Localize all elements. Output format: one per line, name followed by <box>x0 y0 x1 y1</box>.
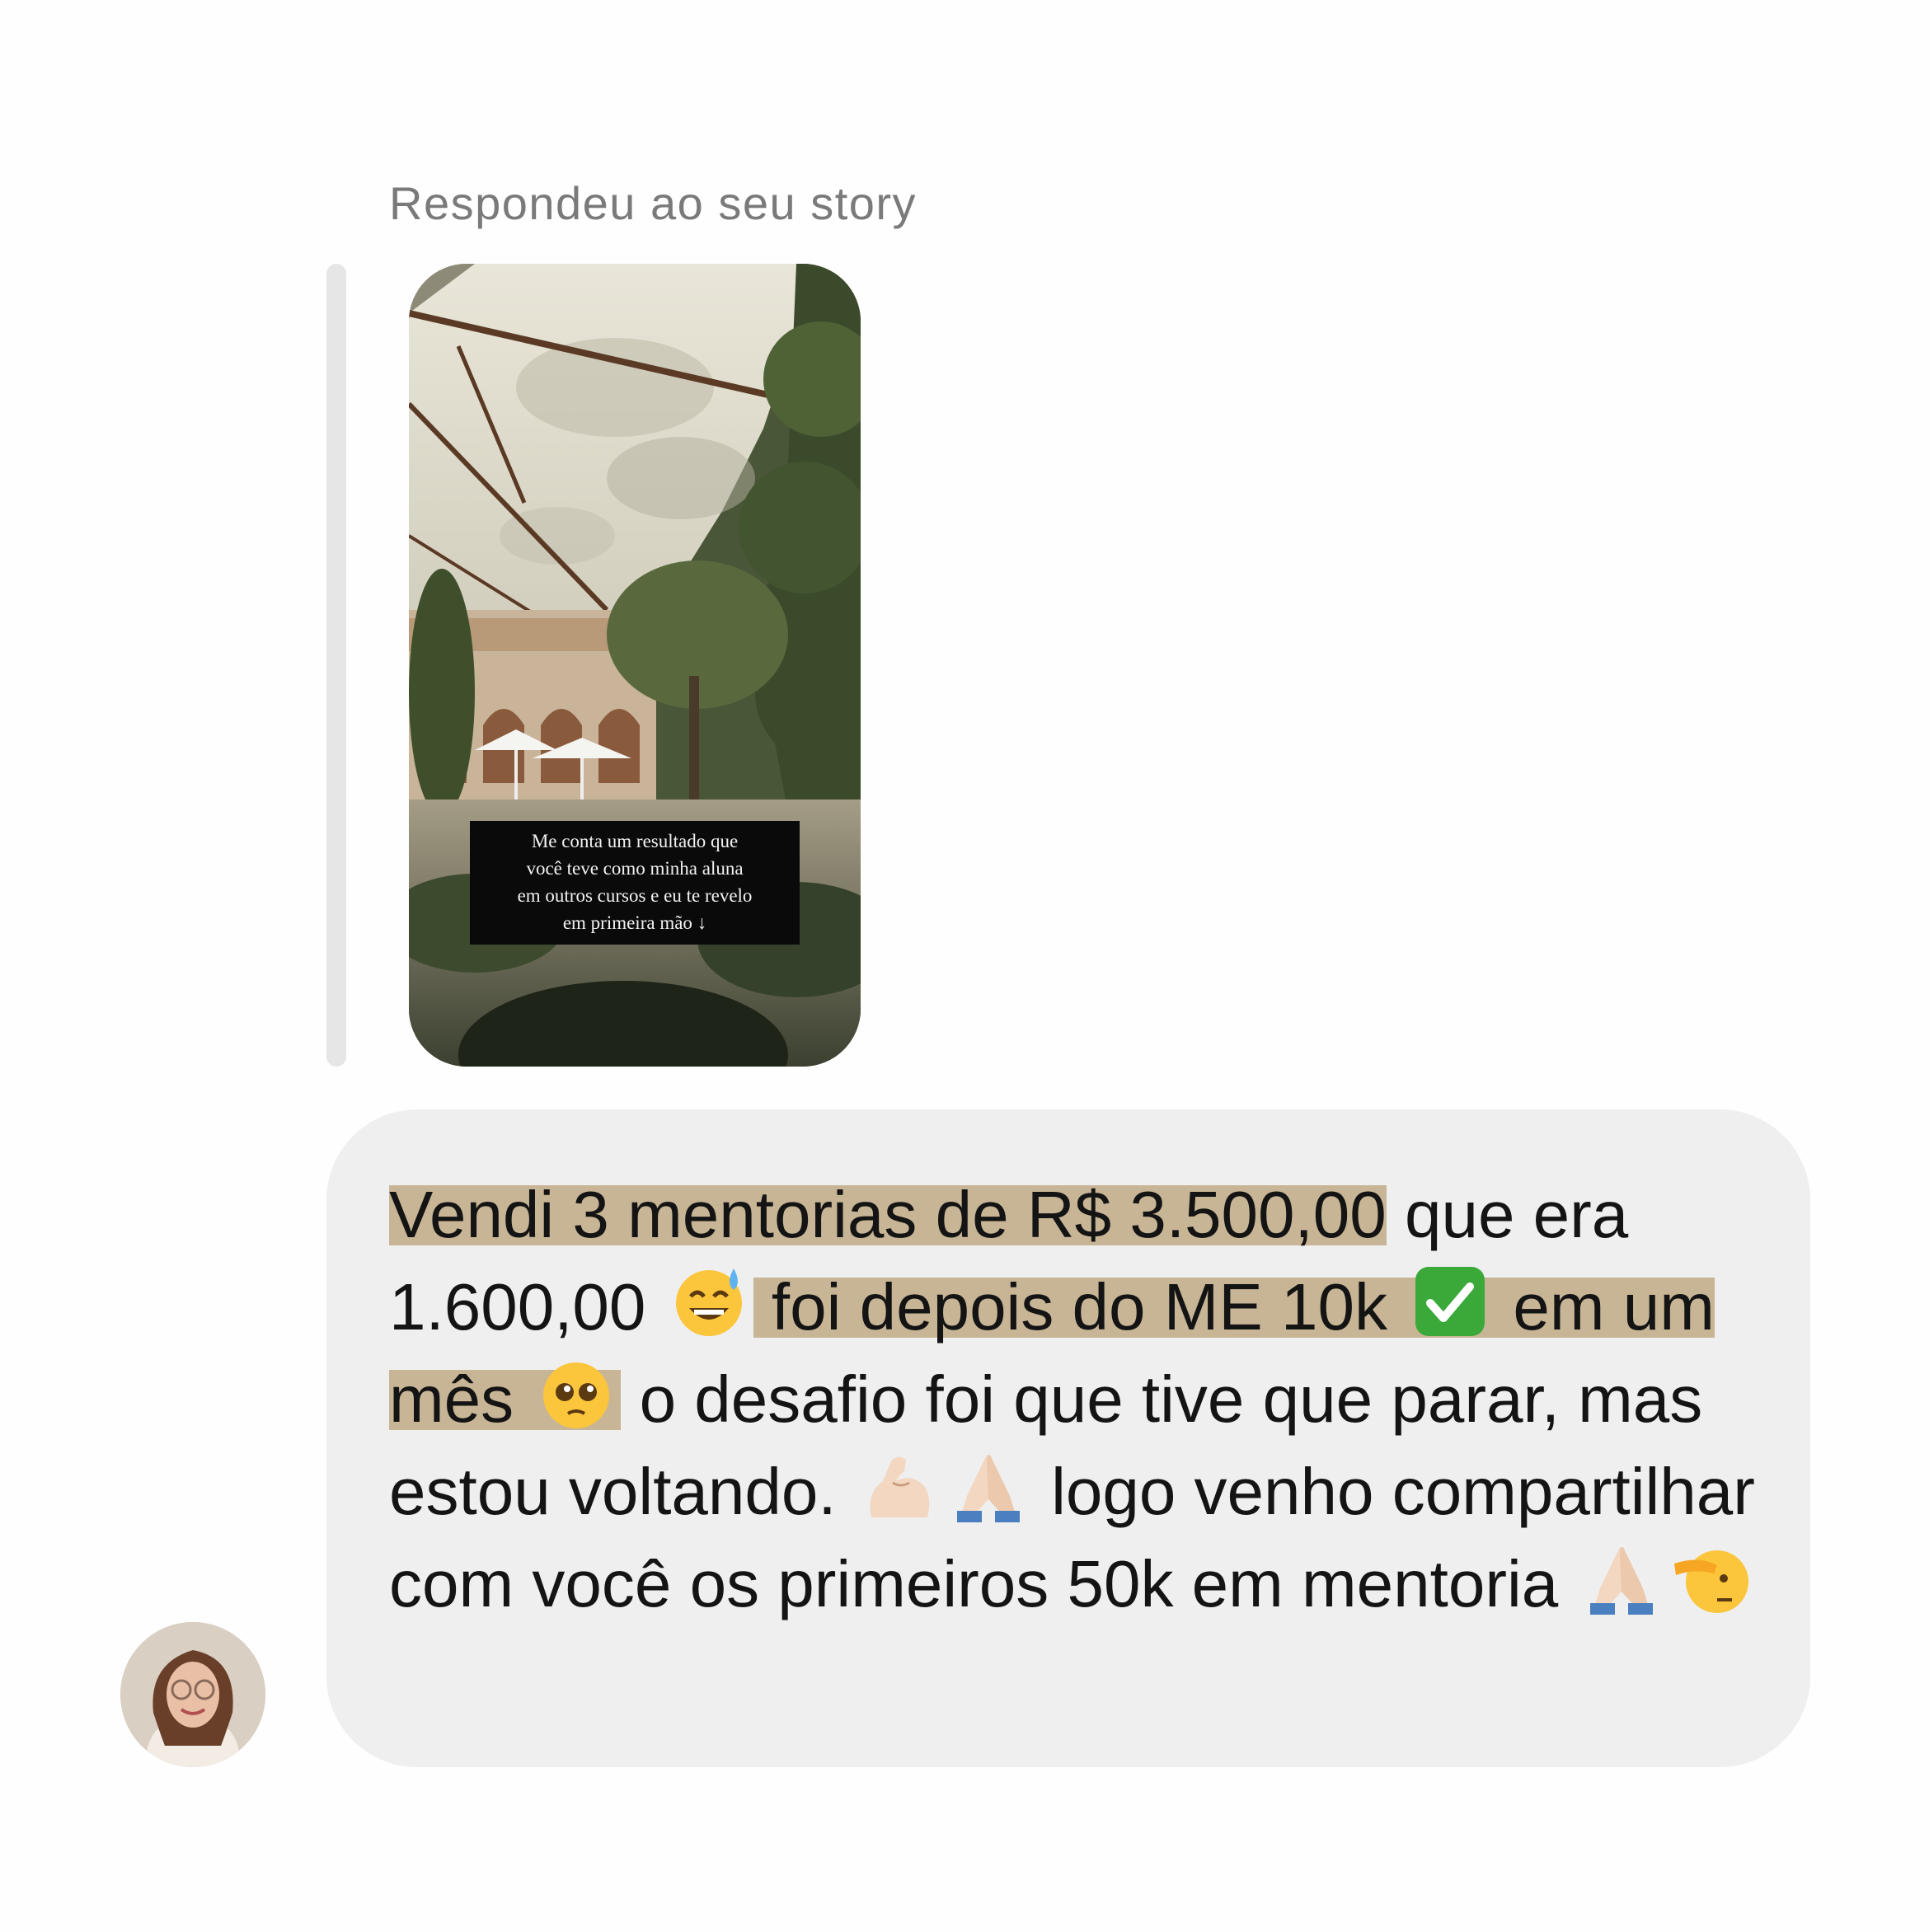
story-reply-label: Respondeu ao seu story <box>389 177 918 229</box>
story-caption-line: você teve como minha aluna <box>526 858 744 879</box>
folded-hands-emoji-icon <box>949 1447 1028 1526</box>
user-avatar-icon <box>120 1622 265 1767</box>
saluting-face-emoji-icon <box>1671 1539 1750 1618</box>
story-thumbnail[interactable]: Me conta um resultado que você teve como… <box>409 264 861 1067</box>
check-mark-button-icon <box>1410 1262 1490 1341</box>
story-caption-line: em outros cursos e eu te revelo <box>517 885 753 906</box>
sender-avatar[interactable] <box>120 1622 265 1767</box>
quote-bar <box>326 264 346 1067</box>
highlighted-text: foi depois do ME 10k <box>753 1270 1406 1343</box>
story-caption-line: Me conta um resultado que <box>531 831 739 851</box>
story-photo <box>409 264 861 1067</box>
folded-hands-emoji-icon <box>1582 1539 1661 1618</box>
message-text: Vendi 3 mentorias de R$ 3.500,00 que era… <box>389 1169 1791 1630</box>
chat-thread: Respondeu ao seu story Me conta um resul… <box>0 0 1929 1932</box>
story-caption: Me conta um resultado que você teve como… <box>470 821 800 945</box>
story-caption-line: em primeira mão ↓ <box>562 912 707 933</box>
flexed-biceps-emoji-icon <box>860 1447 939 1526</box>
sweat-smile-emoji-icon <box>669 1262 749 1341</box>
highlighted-text: Vendi 3 mentorias de R$ 3.500,00 <box>389 1178 1387 1251</box>
pleading-face-emoji-icon <box>537 1354 616 1433</box>
